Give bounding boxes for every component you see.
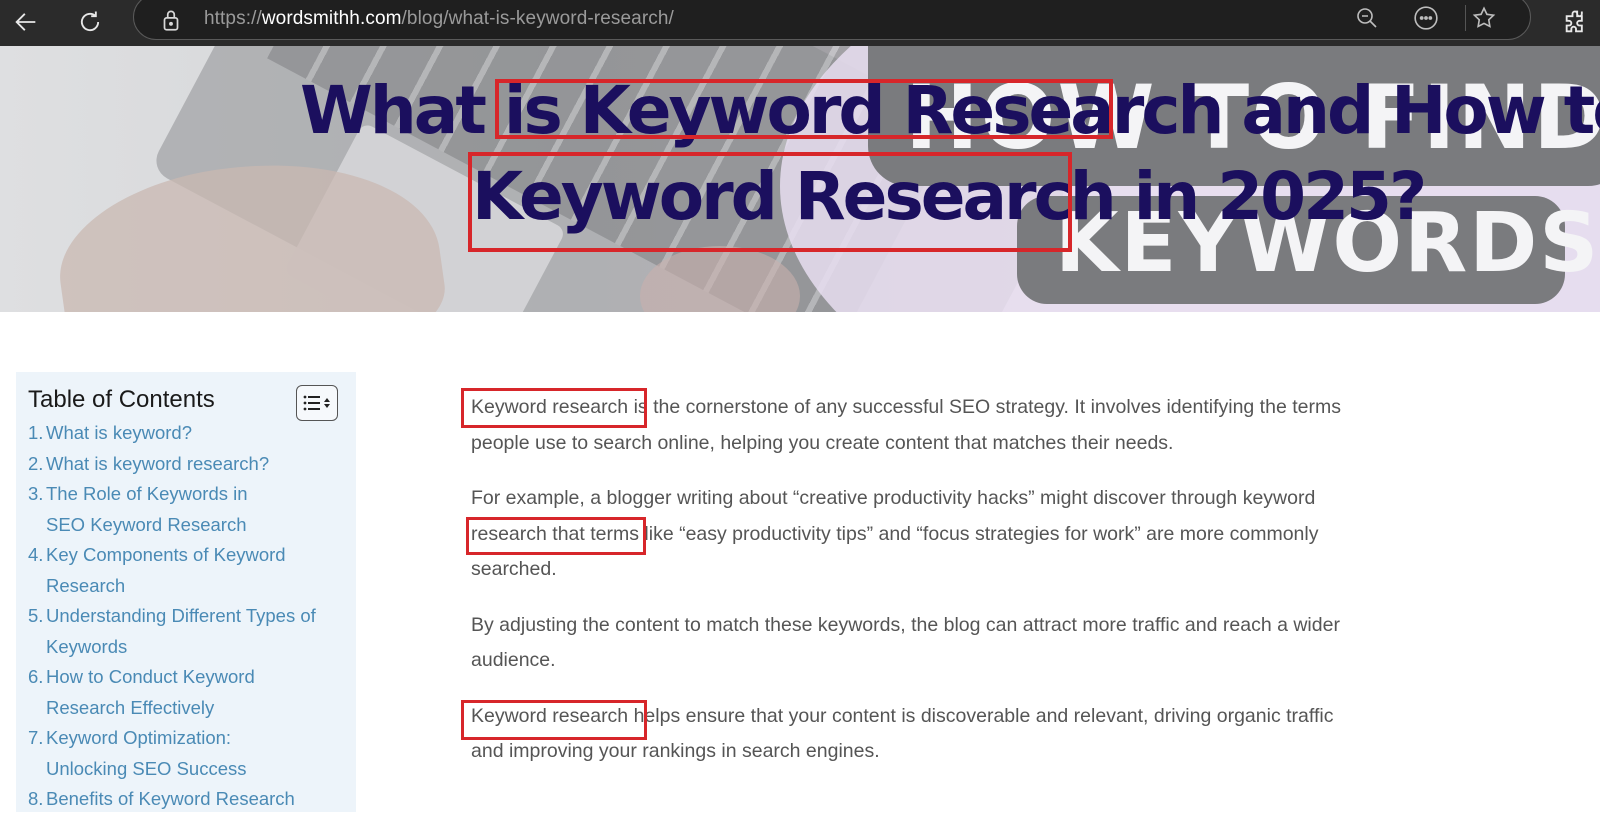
paragraph-text: By adjusting the content to match these … — [471, 613, 1340, 672]
browser-toolbar: https://wordsmithh.com/blog/what-is-keyw… — [0, 0, 1600, 46]
toc-item[interactable]: 8. Benefits of Keyword Research — [28, 784, 338, 815]
star-icon[interactable] — [1469, 3, 1499, 33]
toc-item-label: Understanding Different Types of Keyword… — [46, 605, 316, 657]
back-button[interactable] — [8, 4, 44, 40]
toc-item-number: 5. — [28, 605, 44, 626]
toc-title: Table of Contents — [28, 386, 215, 413]
url-field[interactable]: https://wordsmithh.com/blog/what-is-keyw… — [204, 8, 674, 30]
lock-icon[interactable] — [158, 7, 188, 37]
more-icon[interactable] — [1411, 3, 1441, 33]
toc-item-label: The Role of Keywords in SEO Keyword Rese… — [46, 483, 248, 535]
keyword-highlight-box — [461, 388, 647, 428]
reload-button[interactable] — [72, 4, 108, 40]
url-scheme: https:// — [204, 8, 262, 29]
toc-item-label: Key Components of Keyword Research — [46, 544, 286, 596]
toc-item-label: What is keyword? — [46, 422, 192, 443]
toc-list: 1. What is keyword? 2. What is keyword res… — [28, 418, 348, 815]
address-bar[interactable]: https://wordsmithh.com/blog/what-is-keyw… — [133, 0, 1531, 40]
article-paragraph: By adjusting the content to match these … — [471, 608, 1371, 679]
reload-icon — [80, 11, 100, 32]
toc-item-label: What is keyword research? — [46, 452, 270, 474]
toc-item[interactable]: 2. What is keyword research? — [28, 449, 348, 480]
toc-item[interactable]: 1. What is keyword? — [28, 418, 348, 449]
toc-item[interactable]: 7. Keyword Optimization: Unlocking SEO Su… — [28, 723, 268, 784]
list-toggle-icon — [303, 395, 330, 411]
toc-item-number: 2. — [28, 452, 44, 474]
toolbar-divider — [1465, 5, 1466, 31]
keyword-highlight-box — [468, 152, 1072, 252]
zoom-out-icon[interactable] — [1352, 3, 1382, 33]
title-text: and How to Do — [1241, 72, 1600, 149]
toc-item[interactable]: 5. Understanding Different Types of Keywo… — [28, 601, 338, 662]
keyword-highlight-box — [466, 517, 646, 555]
paragraph-text: For example, a blogger writing about “cr… — [471, 487, 1243, 509]
toc-item-number: 6. — [28, 666, 44, 687]
arrow-left-icon — [15, 13, 36, 31]
toc-item-number: 7. — [28, 727, 44, 748]
keyword-highlight-box — [461, 700, 647, 740]
extensions-icon[interactable] — [1558, 4, 1594, 40]
title-text: in 2025? — [1113, 158, 1428, 235]
toc-item[interactable]: 6. How to Conduct Keyword Research Effect… — [28, 662, 288, 723]
url-path: /blog/what-is-keyword-research/ — [401, 8, 674, 29]
toc-item-label: Keyword Optimization: Unlocking SEO Succ… — [46, 727, 247, 779]
toc-item-label: How to Conduct Keyword Research Effectiv… — [46, 666, 255, 718]
toc-item[interactable]: 4. Key Components of Keyword Research — [28, 540, 328, 601]
table-of-contents: Table of Contents 1. What is keyword? 2. W… — [16, 372, 356, 812]
toc-item-label: Benefits of Keyword Research — [46, 788, 295, 809]
hero-banner: HOW TO FIND BEST KEYWORDS What is Keywor… — [0, 46, 1600, 312]
keyword-highlight-box — [495, 79, 1113, 139]
url-domain: wordsmithh.com — [261, 8, 402, 29]
toc-toggle-button[interactable] — [296, 385, 338, 421]
toc-item-number: 4. — [28, 544, 44, 565]
toc-item-number: 8. — [28, 788, 44, 809]
toc-item-number: 1. — [28, 422, 44, 443]
toc-item-number: 3. — [28, 483, 44, 504]
toc-item[interactable]: 3. The Role of Keywords in SEO Keyword Re… — [28, 479, 288, 540]
